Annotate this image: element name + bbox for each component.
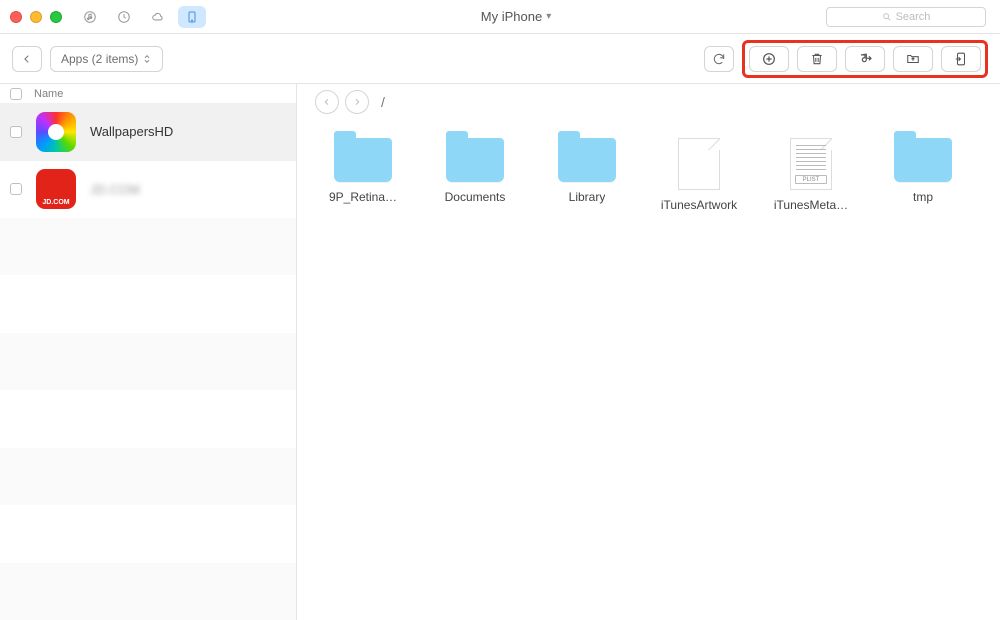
empty-row [0,448,296,505]
empty-row [0,505,296,562]
content-pane: / 9P_Retina… Documents Library iTunesArt… [297,84,1000,620]
breadcrumb: / [297,84,1000,120]
nav-forward-button[interactable] [345,90,369,114]
grid-item[interactable]: PLIST iTunesMeta… [755,138,867,212]
cloud-source-icon[interactable] [144,6,172,28]
category-label: Apps (2 items) [61,52,138,66]
empty-row [0,218,296,275]
grid-item[interactable]: Documents [419,138,531,212]
plist-file-icon: PLIST [790,138,832,190]
select-all-checkbox[interactable] [10,88,22,100]
back-button[interactable] [12,46,42,72]
app-icon-wallpapershd [36,112,76,152]
row-checkbox[interactable] [10,126,22,138]
device-title-label: My iPhone [481,9,542,24]
grid-item[interactable]: Library [531,138,643,212]
music-source-icon[interactable] [76,6,104,28]
search-placeholder: Search [896,11,931,23]
main-columns: Name WallpapersHD JD.COM JD.COM / [0,84,1000,620]
item-label: Documents [445,190,506,204]
app-name-label: JD.COM [90,182,140,197]
grid-item[interactable]: 9P_Retina… [307,138,419,212]
device-source-icon[interactable] [178,6,206,28]
category-dropdown[interactable]: Apps (2 items) [50,46,163,72]
folder-icon [446,138,504,182]
app-icon-jd: JD.COM [36,169,76,209]
add-button[interactable] [749,46,789,72]
empty-row [0,390,296,447]
folder-icon [334,138,392,182]
close-window[interactable] [10,11,22,23]
app-row-jd[interactable]: JD.COM JD.COM [0,161,296,218]
folder-icon [894,138,952,182]
chevron-down-icon: ▾ [546,11,551,22]
action-buttons-highlight [742,40,988,78]
file-grid: 9P_Retina… Documents Library iTunesArtwo… [297,120,1000,230]
zoom-window[interactable] [50,11,62,23]
plist-tag: PLIST [795,175,827,184]
toolbar: Apps (2 items) [0,34,1000,84]
name-column-header: Name [34,88,63,100]
to-itunes-button[interactable] [845,46,885,72]
app-name-label: WallpapersHD [90,124,173,139]
search-input[interactable]: Search [826,7,986,27]
sidebar: Name WallpapersHD JD.COM JD.COM [0,84,297,620]
titlebar: My iPhone ▾ Search [0,0,1000,34]
file-icon [678,138,720,190]
empty-row [0,333,296,390]
refresh-button[interactable] [704,46,734,72]
to-folder-button[interactable] [893,46,933,72]
list-header: Name [0,84,296,103]
item-label: tmp [913,190,933,204]
app-row-wallpapershd[interactable]: WallpapersHD [0,103,296,160]
grid-item[interactable]: iTunesArtwork [643,138,755,212]
empty-row [0,275,296,332]
backup-source-icon[interactable] [110,6,138,28]
device-title[interactable]: My iPhone ▾ [206,9,826,24]
minimize-window[interactable] [30,11,42,23]
item-label: Library [569,190,606,204]
row-checkbox[interactable] [10,183,22,195]
item-label: iTunesMeta… [774,198,848,212]
nav-back-button[interactable] [315,90,339,114]
window-controls [10,11,62,23]
source-tabs [76,6,206,28]
empty-row [0,563,296,620]
item-label: 9P_Retina… [329,190,397,204]
breadcrumb-path: / [381,94,385,110]
folder-icon [558,138,616,182]
grid-item[interactable]: tmp [867,138,979,212]
delete-button[interactable] [797,46,837,72]
item-label: iTunesArtwork [661,198,737,212]
to-device-button[interactable] [941,46,981,72]
